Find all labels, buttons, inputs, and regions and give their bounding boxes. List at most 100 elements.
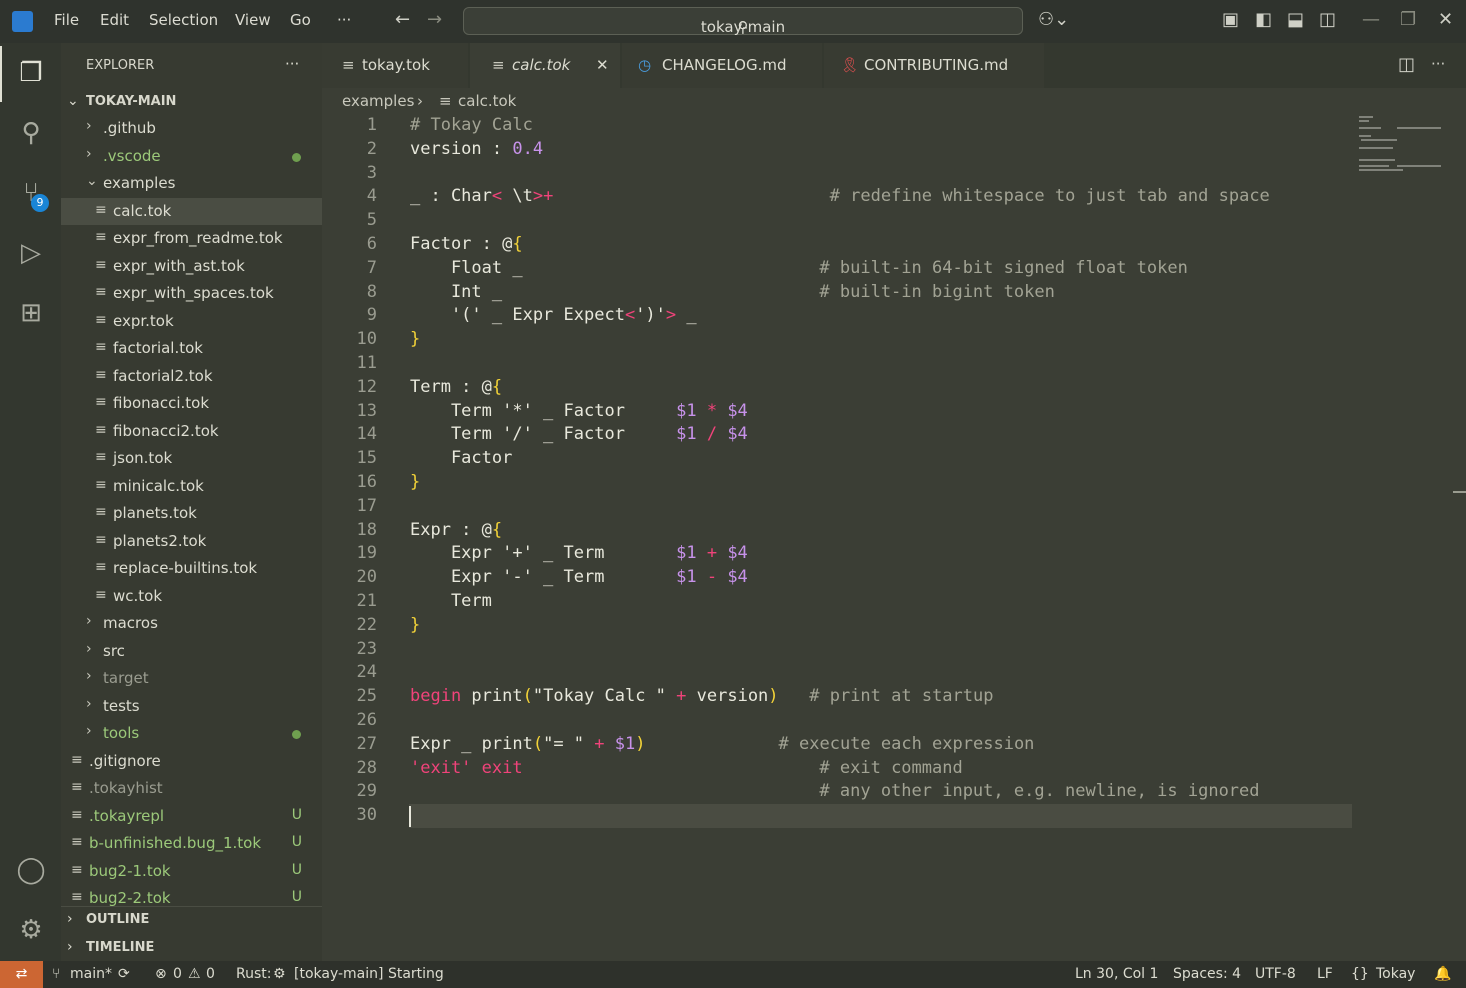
tree-folder[interactable]: › src	[61, 638, 322, 665]
account-icon[interactable]: ◯	[14, 853, 48, 887]
tree-file[interactable]: ≡ .gitignore	[61, 748, 322, 775]
tree-file[interactable]: ≡ replace-builtins.tok	[61, 555, 322, 582]
close-window-icon[interactable]: ✕	[1438, 9, 1453, 30]
chevron-down-icon[interactable]: ⌄	[67, 93, 79, 109]
notifications-bell-icon[interactable]: 🔔	[1434, 966, 1451, 982]
command-center-search[interactable]: ⚲ tokay-main	[463, 7, 1023, 36]
explorer-icon[interactable]: ❐	[14, 56, 48, 90]
file-lines-icon: ≡	[95, 449, 107, 465]
toggle-panel-icon[interactable]: ⬓	[1287, 9, 1304, 30]
tree-file[interactable]: ≡ factorial2.tok	[61, 363, 322, 390]
tree-folder[interactable]: › .github	[61, 115, 322, 142]
tree-file[interactable]: ≡ expr_with_spaces.tok	[61, 280, 322, 307]
tab-tokay-tok[interactable]: ≡ tokay.tok	[322, 43, 468, 88]
tree-file[interactable]: ≡ expr_with_ast.tok	[61, 253, 322, 280]
tree-file[interactable]: ≡ expr_from_readme.tok	[61, 225, 322, 252]
line-number: 11	[356, 353, 377, 373]
tree-item-label: .gitignore	[89, 751, 161, 770]
error-count[interactable]: 0	[173, 966, 182, 982]
chevron-down-icon: ⌄	[86, 173, 98, 189]
workspace-root[interactable]: TOKAY-MAIN	[86, 94, 176, 109]
tab-contributing[interactable]: 🎗 CONTRIBUTING.md	[824, 43, 1044, 88]
tree-file[interactable]: ≡ minicalc.tok	[61, 473, 322, 500]
file-lines-icon: ≡	[71, 806, 83, 823]
tab-changelog[interactable]: ◷ CHANGELOG.md	[622, 43, 822, 88]
tree-folder[interactable]: › macros	[61, 610, 322, 637]
editor-more-icon[interactable]: ···	[1431, 55, 1445, 73]
toggle-sidebar-icon[interactable]: ◧	[1255, 9, 1272, 30]
line-number: 12	[356, 376, 377, 397]
code-text: begin print("Tokay Calc " + version) # p…	[410, 686, 994, 707]
language-mode[interactable]: Tokay	[1376, 966, 1415, 982]
extensions-icon[interactable]: ⊞	[14, 296, 48, 330]
tree-file[interactable]: ≡ b-unfinished.bug_1.tok U	[61, 830, 322, 857]
toggle-secondary-sidebar-icon[interactable]: ◫	[1319, 9, 1336, 30]
tree-file[interactable]: ≡ expr.tok	[61, 308, 322, 335]
file-lines-icon: ≡	[95, 394, 107, 410]
tree-file[interactable]: ≡ .tokayhist	[61, 775, 322, 802]
menu-file[interactable]: File	[54, 11, 79, 29]
tree-folder[interactable]: › .vscode	[61, 143, 322, 170]
tree-folder[interactable]: ⌄ examples	[61, 170, 322, 197]
braces-icon: {}	[1351, 966, 1369, 982]
chevron-right-icon[interactable]: ›	[67, 939, 73, 955]
tree-file[interactable]: ≡ .tokayrepl U	[61, 803, 322, 830]
tree-folder[interactable]: › tests	[61, 693, 322, 720]
close-tab-icon[interactable]: ✕	[596, 56, 609, 74]
manage-gear-icon[interactable]: ⚙	[14, 913, 48, 947]
chevron-right-icon[interactable]: ›	[67, 911, 73, 927]
warning-count[interactable]: 0	[206, 966, 215, 982]
rust-status[interactable]: [tokay-main] Starting	[294, 966, 444, 982]
copilot-icon[interactable]: ⚇⌄	[1038, 9, 1069, 30]
tree-file[interactable]: ≡ fibonacci.tok	[61, 390, 322, 417]
split-editor-icon[interactable]: ◫	[1398, 54, 1415, 75]
tab-calc-tok[interactable]: ≡ calc.tok ✕	[470, 43, 620, 88]
explorer-header: EXPLORER	[86, 58, 155, 73]
line-number: 2	[366, 138, 377, 159]
encoding[interactable]: UTF-8	[1255, 966, 1296, 982]
remote-indicator-icon[interactable]: ⇄	[0, 961, 43, 988]
menu-selection[interactable]: Selection	[149, 11, 218, 29]
tree-item-label: expr.tok	[113, 311, 174, 330]
timeline-section[interactable]: TIMELINE	[86, 940, 154, 955]
tree-file[interactable]: ≡ bug2-2.tok U	[61, 885, 322, 912]
branch-label[interactable]: main*	[70, 966, 112, 982]
tree-item-label: bug2-1.tok	[89, 861, 171, 880]
breadcrumb-file[interactable]: calc.tok	[458, 92, 516, 110]
search-icon[interactable]: ⚲	[14, 116, 48, 150]
tree-file[interactable]: ≡ fibonacci2.tok	[61, 418, 322, 445]
tree-file[interactable]: ≡ bug2-1.tok U	[61, 858, 322, 885]
tree-file[interactable]: ≡ planets.tok	[61, 500, 322, 527]
tree-file[interactable]: ≡ planets2.tok	[61, 528, 322, 555]
back-arrow-icon[interactable]: ←	[395, 9, 410, 30]
tree-file[interactable]: ≡ factorial.tok	[61, 335, 322, 362]
minimize-icon[interactable]: —	[1362, 9, 1380, 30]
minimap[interactable]	[1357, 115, 1447, 175]
tree-file[interactable]: ≡ calc.tok	[61, 197, 322, 225]
customize-layout-icon[interactable]: ▣	[1222, 9, 1239, 30]
run-debug-icon[interactable]: ▷	[14, 236, 48, 270]
forward-arrow-icon[interactable]: →	[427, 9, 442, 30]
code-text: Expr '+' _ Term $1 + $4	[410, 543, 748, 564]
indentation[interactable]: Spaces: 4	[1173, 966, 1241, 982]
line-number: 19	[356, 543, 377, 564]
menu-go[interactable]: Go	[290, 11, 311, 29]
restore-icon[interactable]: ❐	[1400, 9, 1416, 30]
menu-more[interactable]: ···	[337, 11, 351, 29]
menu-view[interactable]: View	[235, 11, 271, 29]
menu-edit[interactable]: Edit	[100, 11, 129, 29]
breadcrumb-folder[interactable]: examples	[342, 92, 414, 110]
code-text: Term '*' _ Factor $1 * $4	[410, 400, 748, 421]
explorer-more-button[interactable]: ···	[285, 55, 299, 73]
tree-file[interactable]: ≡ json.tok	[61, 445, 322, 472]
tree-item-label: planets2.tok	[113, 531, 207, 550]
sync-icon[interactable]: ⟳	[118, 966, 130, 982]
code-text: _ : Char< \t>+ # redefine whitespace to …	[410, 186, 1270, 207]
rust-label[interactable]: Rust:	[236, 966, 271, 982]
outline-section[interactable]: OUTLINE	[86, 912, 149, 927]
tree-file[interactable]: ≡ wc.tok	[61, 583, 322, 610]
cursor-position[interactable]: Ln 30, Col 1	[1075, 966, 1158, 982]
end-of-line[interactable]: LF	[1317, 966, 1333, 982]
tree-folder[interactable]: › tools	[61, 720, 322, 747]
tree-folder[interactable]: › target	[61, 665, 322, 692]
